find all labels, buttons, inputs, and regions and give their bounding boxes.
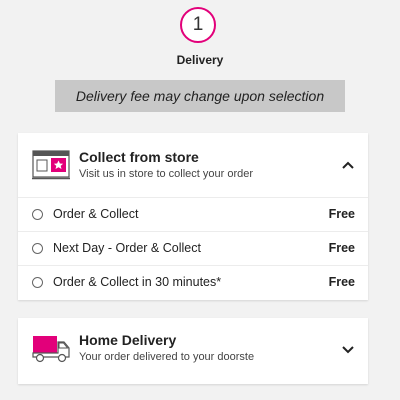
delivery-fee-notice: Delivery fee may change upon selection: [55, 80, 345, 112]
option-price: Free: [328, 241, 355, 255]
step-number: 1: [192, 14, 204, 35]
radio-button[interactable]: [32, 277, 43, 288]
delivery-option-order-collect[interactable]: Order & Collect Free: [18, 197, 368, 231]
collect-from-store-subtitle: Visit us in store to collect your order: [79, 168, 254, 180]
collect-from-store-header[interactable]: Collect from store Visit us in store to …: [18, 133, 368, 197]
home-delivery-card[interactable]: Home Delivery Your order delivered to yo…: [18, 318, 368, 384]
option-price: Free: [328, 275, 355, 289]
store-icon: [32, 150, 70, 185]
delivery-page: 1 Delivery Delivery fee may change upon …: [0, 0, 400, 400]
radio-button[interactable]: [32, 209, 43, 220]
step-indicator: 1: [180, 7, 216, 43]
delivery-option-next-day[interactable]: Next Day - Order & Collect Free: [18, 231, 368, 265]
chevron-up-icon[interactable]: [340, 157, 356, 173]
radio-button[interactable]: [32, 243, 43, 254]
home-delivery-subtitle: Your order delivered to your doorstep: [79, 351, 254, 363]
collect-from-store-card: Collect from store Visit us in store to …: [18, 133, 368, 300]
option-label: Order & Collect: [53, 207, 139, 221]
option-price: Free: [328, 207, 355, 221]
option-label: Next Day - Order & Collect: [53, 241, 201, 255]
chevron-down-icon[interactable]: [340, 342, 356, 358]
home-delivery-title: Home Delivery: [79, 332, 177, 348]
delivery-option-30-minutes[interactable]: Order & Collect in 30 minutes* Free: [18, 265, 368, 299]
collect-from-store-title: Collect from store: [79, 149, 199, 165]
step-label: Delivery: [176, 53, 224, 67]
delivery-truck-icon: [32, 334, 74, 369]
option-label: Order & Collect in 30 minutes*: [53, 275, 222, 289]
